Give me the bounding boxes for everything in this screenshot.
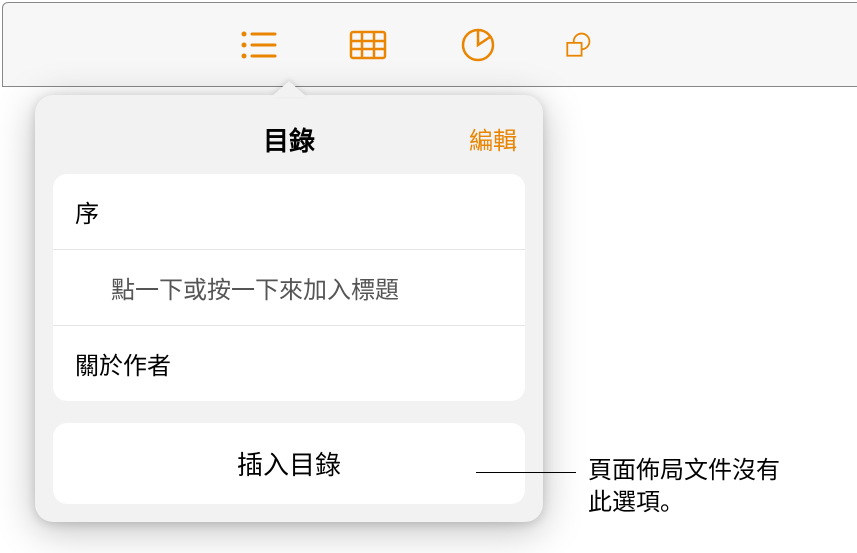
shape-icon[interactable] xyxy=(563,20,593,70)
callout-line-1: 頁面佈局文件沒有 xyxy=(588,455,780,487)
toolbar xyxy=(2,2,857,87)
toc-popover: 目錄 編輯 序 點一下或按一下來加入標題 關於作者 插入目錄 xyxy=(35,95,543,522)
insert-toc-button[interactable]: 插入目錄 xyxy=(53,423,525,504)
table-icon[interactable] xyxy=(343,20,393,70)
popover-arrow xyxy=(271,81,307,97)
toc-list: 序 點一下或按一下來加入標題 關於作者 xyxy=(53,174,525,401)
toc-item[interactable]: 序 xyxy=(53,174,525,250)
callout-text: 頁面佈局文件沒有 此選項。 xyxy=(588,455,780,520)
popover-header: 目錄 編輯 xyxy=(53,113,525,174)
callout-leader-line xyxy=(476,472,576,473)
toc-item[interactable]: 關於作者 xyxy=(53,326,525,401)
toc-item[interactable]: 點一下或按一下來加入標題 xyxy=(53,250,525,326)
chart-icon[interactable] xyxy=(453,20,503,70)
popover-title: 目錄 xyxy=(263,126,315,156)
list-icon[interactable] xyxy=(233,20,283,70)
callout-line-2: 此選項。 xyxy=(588,487,780,519)
edit-button[interactable]: 編輯 xyxy=(469,121,517,156)
